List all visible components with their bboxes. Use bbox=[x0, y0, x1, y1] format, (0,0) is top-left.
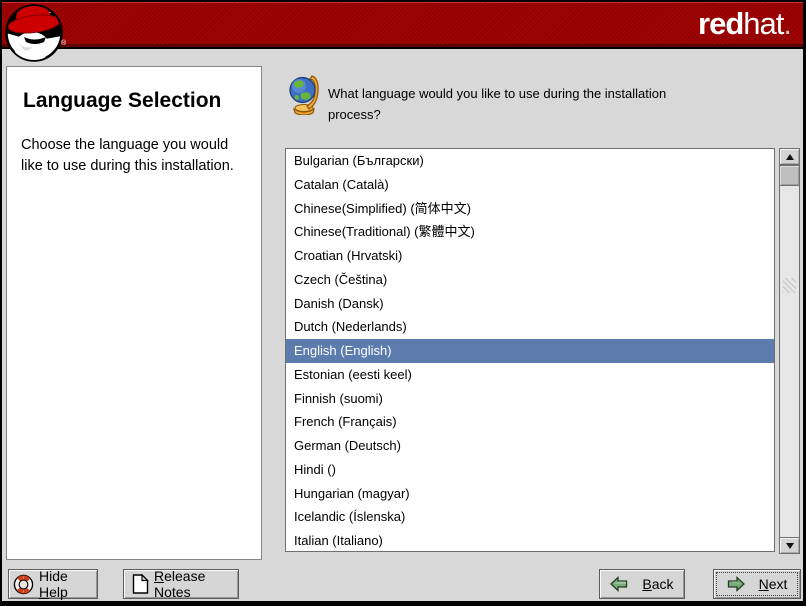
header-band: redhat. bbox=[2, 2, 803, 49]
language-list-item[interactable]: Hindi () bbox=[286, 458, 774, 482]
language-list-item[interactable]: Czech (Čeština) bbox=[286, 268, 774, 292]
language-list-scrollbar[interactable] bbox=[779, 148, 800, 554]
redhat-wordmark: redhat. bbox=[698, 2, 791, 49]
brand-period: . bbox=[783, 6, 791, 41]
life-ring-icon bbox=[13, 574, 34, 595]
scroll-down-icon bbox=[786, 543, 794, 549]
language-list-item[interactable]: Hungarian (magyar) bbox=[286, 482, 774, 506]
language-list-item[interactable]: Italian (Italiano) bbox=[286, 529, 774, 552]
button-label: Release Notes bbox=[154, 568, 230, 600]
language-list: Bulgarian (Български)Catalan (Català)Chi… bbox=[285, 148, 775, 552]
language-list-item[interactable]: Croatian (Hrvatski) bbox=[286, 244, 774, 268]
language-list-item[interactable]: Estonian (eesti keel) bbox=[286, 363, 774, 387]
redhat-shadowman-logo-icon bbox=[4, 3, 64, 68]
scrollbar-grip-marks bbox=[783, 278, 796, 293]
back-button[interactable]: Back bbox=[599, 569, 685, 599]
button-label: Hide Help bbox=[39, 568, 93, 600]
help-text: Choose the language you would like to us… bbox=[21, 135, 251, 176]
release-notes-button[interactable]: Release Notes bbox=[123, 569, 239, 599]
language-list-item[interactable]: Bulgarian (Български) bbox=[286, 149, 774, 173]
language-list-item[interactable]: German (Deutsch) bbox=[286, 434, 774, 458]
page-title: Language Selection bbox=[23, 89, 245, 113]
question-text: What language would you like to use duri… bbox=[328, 84, 696, 126]
language-list-item[interactable]: Chinese(Simplified) (简体中文) bbox=[286, 197, 774, 221]
brand-bold: red bbox=[698, 6, 743, 41]
globe-icon bbox=[288, 73, 320, 115]
question-row: What language would you like to use duri… bbox=[288, 73, 320, 120]
button-label: Next bbox=[759, 576, 788, 592]
language-list-item[interactable]: Danish (Dansk) bbox=[286, 292, 774, 316]
help-panel: Language Selection Choose the language y… bbox=[6, 66, 262, 560]
next-button[interactable]: Next bbox=[713, 569, 801, 599]
arrow-left-icon bbox=[610, 576, 628, 592]
language-list-item[interactable]: English (English) bbox=[286, 339, 774, 363]
language-list-item[interactable]: Finnish (suomi) bbox=[286, 387, 774, 411]
document-icon bbox=[132, 574, 149, 594]
brand-light: hat bbox=[743, 6, 783, 41]
button-label: Back bbox=[642, 576, 673, 592]
scrollbar-thumb[interactable] bbox=[779, 165, 800, 186]
registered-trademark: ® bbox=[61, 40, 66, 47]
arrow-right-icon bbox=[727, 576, 745, 592]
installer-window: redhat. ® Language Selection Choose the … bbox=[0, 0, 806, 606]
language-list-item[interactable]: Icelandic (Íslenska) bbox=[286, 505, 774, 529]
language-list-item[interactable]: Dutch (Nederlands) bbox=[286, 315, 774, 339]
language-list-item[interactable]: French (Français) bbox=[286, 410, 774, 434]
language-list-item[interactable]: Catalan (Català) bbox=[286, 173, 774, 197]
language-list-item[interactable]: Chinese(Traditional) (繁體中文) bbox=[286, 220, 774, 244]
scroll-down-button[interactable] bbox=[779, 537, 800, 554]
scroll-up-button[interactable] bbox=[779, 148, 800, 165]
scroll-up-icon bbox=[786, 154, 794, 160]
scrollbar-trough[interactable] bbox=[780, 186, 799, 537]
hide-help-button[interactable]: Hide Help bbox=[8, 569, 98, 599]
